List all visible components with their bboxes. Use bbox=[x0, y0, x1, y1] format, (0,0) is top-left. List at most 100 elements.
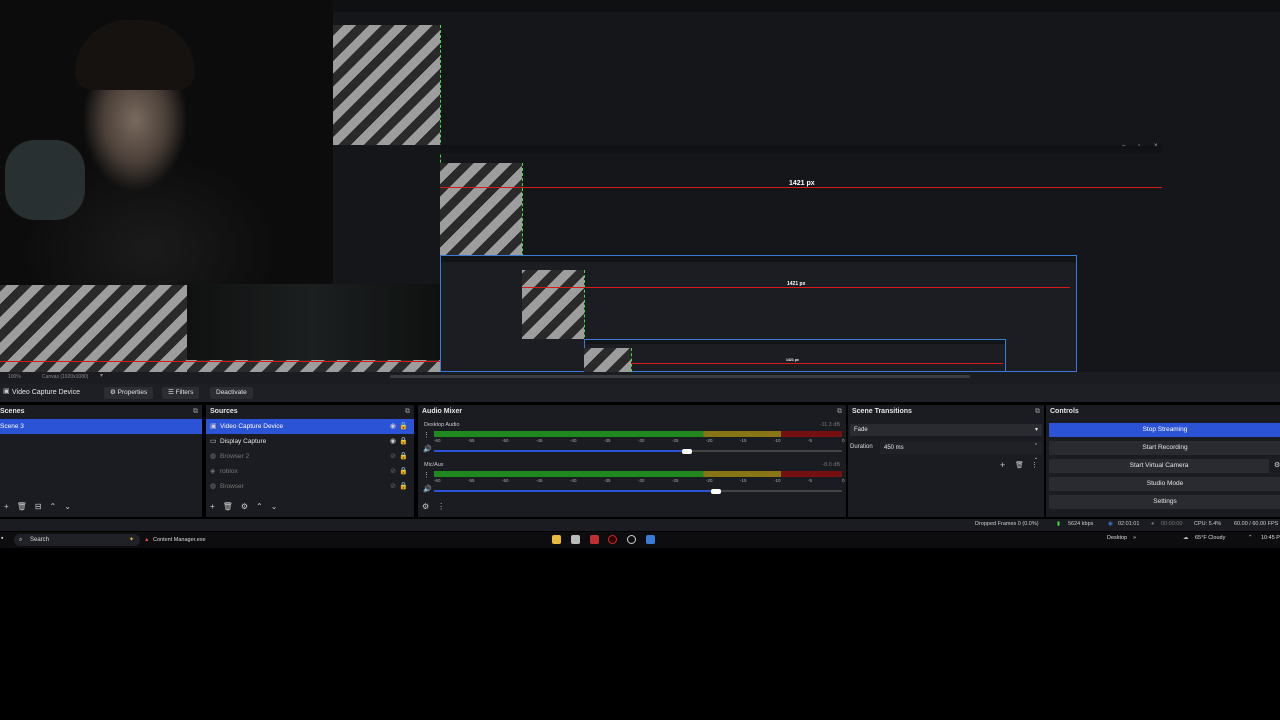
status-bar: Dropped Frames 0 (0.0%) ▮ 5624 kbps ◉ 02… bbox=[0, 519, 1280, 531]
app-icon[interactable] bbox=[590, 535, 599, 544]
mixer-toolbar: ⚙ ⋮ bbox=[418, 501, 846, 513]
cpu-usage: CPU: 5.4% bbox=[1194, 521, 1222, 527]
sparkle-icon: ✦ bbox=[128, 537, 134, 543]
eye-hidden-icon[interactable]: ⊘ bbox=[390, 464, 396, 479]
trash-icon[interactable]: 🗑 bbox=[223, 502, 233, 511]
zoom-level[interactable]: 100% bbox=[8, 374, 21, 380]
clock-time[interactable]: 10:45 P bbox=[1261, 535, 1280, 541]
stripe-panel bbox=[0, 284, 187, 372]
volume-slider[interactable] bbox=[434, 448, 842, 454]
eye-hidden-icon[interactable]: ⊘ bbox=[390, 449, 396, 464]
app-icon: ▲ bbox=[144, 537, 150, 543]
kebab-menu-icon[interactable]: ⋮ bbox=[437, 502, 445, 511]
taskbar-search[interactable]: ⌕ Search ✦ bbox=[14, 534, 140, 546]
trash-icon[interactable]: 🗑 bbox=[1015, 461, 1024, 469]
transition-select[interactable]: Fade ▾ bbox=[850, 424, 1042, 436]
clock-icon[interactable] bbox=[627, 535, 636, 544]
app-icon[interactable] bbox=[571, 535, 580, 544]
source-item[interactable]: ▭ Display Capture ◉ 🔒 bbox=[206, 434, 414, 449]
eye-icon[interactable]: ◉ bbox=[390, 419, 396, 434]
gear-icon[interactable]: ⚙ bbox=[422, 502, 429, 511]
duration-input[interactable]: 450 ms ⌃ ⌄ bbox=[880, 442, 1042, 461]
eye-icon[interactable]: ◉ bbox=[390, 434, 396, 449]
source-item[interactable]: ▣ Video Capture Device ◉ 🔒 bbox=[206, 419, 414, 434]
chevron-up-icon[interactable]: ⌃ bbox=[1248, 535, 1253, 541]
meter-tick-label: 0 bbox=[842, 478, 845, 483]
meter-tick-label: -40 bbox=[569, 478, 577, 483]
gear-icon[interactable]: ⚙ bbox=[241, 502, 248, 511]
lock-icon[interactable]: 🔒 bbox=[399, 479, 408, 494]
undock-icon[interactable]: ⧉ bbox=[1035, 405, 1040, 419]
steam-icon[interactable] bbox=[646, 535, 655, 544]
fps: 60.00 / 60.00 FPS bbox=[1234, 521, 1279, 527]
file-explorer-icon[interactable] bbox=[552, 535, 561, 544]
deactivate-button[interactable]: Deactivate bbox=[210, 387, 253, 399]
add-icon[interactable]: + bbox=[210, 502, 215, 511]
desktop-label[interactable]: Desktop bbox=[1107, 535, 1127, 541]
webcam-feed[interactable] bbox=[0, 0, 333, 285]
meter-tick-label: -60 bbox=[434, 438, 441, 443]
volume-slider[interactable] bbox=[434, 488, 842, 494]
gear-icon[interactable]: ⚙ bbox=[1274, 461, 1280, 469]
undock-icon[interactable]: ⧉ bbox=[837, 405, 842, 419]
meter-tick-label: -10 bbox=[774, 478, 781, 483]
meter-ticks: -60 -55 -50 -45 -40 -35 -30 -25 -20 -15 -10 -5 0 bbox=[434, 438, 845, 444]
slider-knob[interactable] bbox=[681, 448, 692, 454]
meter-tick-label: -20 bbox=[705, 478, 713, 483]
taskbar-app[interactable]: ▲ Content Manager.exe bbox=[143, 534, 206, 546]
slider-knob[interactable] bbox=[710, 488, 721, 494]
guide-line bbox=[0, 361, 440, 362]
eye-hidden-icon[interactable]: ⊘ bbox=[390, 479, 396, 494]
meter-tick-label: 0 bbox=[842, 438, 845, 443]
stream-time: 02:01:01 bbox=[1118, 521, 1140, 527]
meter-tick-label: -60 bbox=[434, 478, 441, 483]
lock-icon[interactable]: 🔒 bbox=[399, 449, 408, 464]
meter-tick-label: -35 bbox=[604, 478, 611, 483]
nested-window[interactable] bbox=[584, 339, 1006, 372]
arrow-down-icon[interactable]: ⌄ bbox=[271, 502, 278, 511]
arrow-down-icon[interactable]: ⌄ bbox=[64, 502, 71, 511]
windows-start-icon[interactable]: ▪ bbox=[1, 535, 3, 542]
chevron-down-icon[interactable]: ▾ bbox=[100, 372, 103, 379]
preview-canvas[interactable]: – ▫ × – ▫ × 1421 px 1421 px 1421 px bbox=[0, 0, 1280, 372]
kebab-menu-icon[interactable]: ⋮ bbox=[423, 471, 430, 479]
lock-icon[interactable]: 🔒 bbox=[399, 464, 408, 479]
undock-icon[interactable]: ⧉ bbox=[405, 405, 410, 419]
lock-icon[interactable]: 🔒 bbox=[399, 419, 408, 434]
source-item[interactable]: ◈ roblox ⊘ 🔒 bbox=[206, 464, 414, 479]
dock-title: Controls bbox=[1050, 408, 1079, 415]
filters-button[interactable]: ☰ Filters bbox=[162, 387, 200, 399]
speaker-icon[interactable]: 🔊 bbox=[423, 485, 432, 493]
trash-icon[interactable]: 🗑 bbox=[17, 502, 27, 511]
start-recording-button[interactable]: Start Recording bbox=[1049, 441, 1280, 455]
scene-item[interactable]: Scene 3 bbox=[0, 419, 202, 434]
preview-scrollbar[interactable] bbox=[390, 375, 970, 378]
source-item[interactable]: ◍ Browser 2 ⊘ 🔒 bbox=[206, 449, 414, 464]
taskbar: ▪ ⌕ Search ✦ ▲ Content Manager.exe Deskt… bbox=[0, 532, 1280, 548]
meter-tick-label: -20 bbox=[705, 438, 713, 443]
kebab-menu-icon[interactable]: ⋮ bbox=[1031, 461, 1038, 469]
stream-icon: ◉ bbox=[1108, 521, 1113, 527]
source-item[interactable]: ◍ Browser ⊘ 🔒 bbox=[206, 479, 414, 494]
dock-title: Scene Transitions ⧉ bbox=[848, 405, 1044, 419]
add-icon[interactable]: + bbox=[4, 502, 9, 511]
weather[interactable]: 65°F Cloudy bbox=[1195, 535, 1225, 541]
studio-mode-button[interactable]: Studio Mode bbox=[1049, 477, 1280, 491]
stop-streaming-button[interactable]: Stop Streaming bbox=[1049, 423, 1280, 437]
arrow-up-icon[interactable]: ⌃ bbox=[50, 502, 57, 511]
properties-button[interactable]: ⚙ Properties bbox=[104, 387, 154, 399]
filter-icon[interactable]: ⊟ bbox=[35, 502, 42, 511]
undock-icon[interactable]: ⧉ bbox=[193, 405, 198, 419]
lock-icon[interactable]: 🔒 bbox=[399, 434, 408, 449]
settings-button[interactable]: Settings bbox=[1049, 495, 1280, 509]
arrow-up-icon[interactable]: ⌃ bbox=[256, 502, 263, 511]
nested-window-bar bbox=[585, 340, 1005, 344]
add-icon[interactable]: + bbox=[1000, 460, 1005, 470]
meter-tick-label: -5 bbox=[808, 438, 813, 443]
kebab-menu-icon[interactable]: ⋮ bbox=[423, 431, 430, 439]
meter-tick-label: -55 bbox=[467, 478, 475, 483]
meter-ticks: -60 -55 -50 -45 -40 -35 -30 -25 -20 -15 -10 -5 0 bbox=[434, 478, 845, 484]
start-virtual-camera-button[interactable]: Start Virtual Camera bbox=[1049, 459, 1269, 473]
speaker-icon[interactable]: 🔊 bbox=[423, 445, 432, 453]
obs-icon[interactable] bbox=[608, 535, 617, 544]
